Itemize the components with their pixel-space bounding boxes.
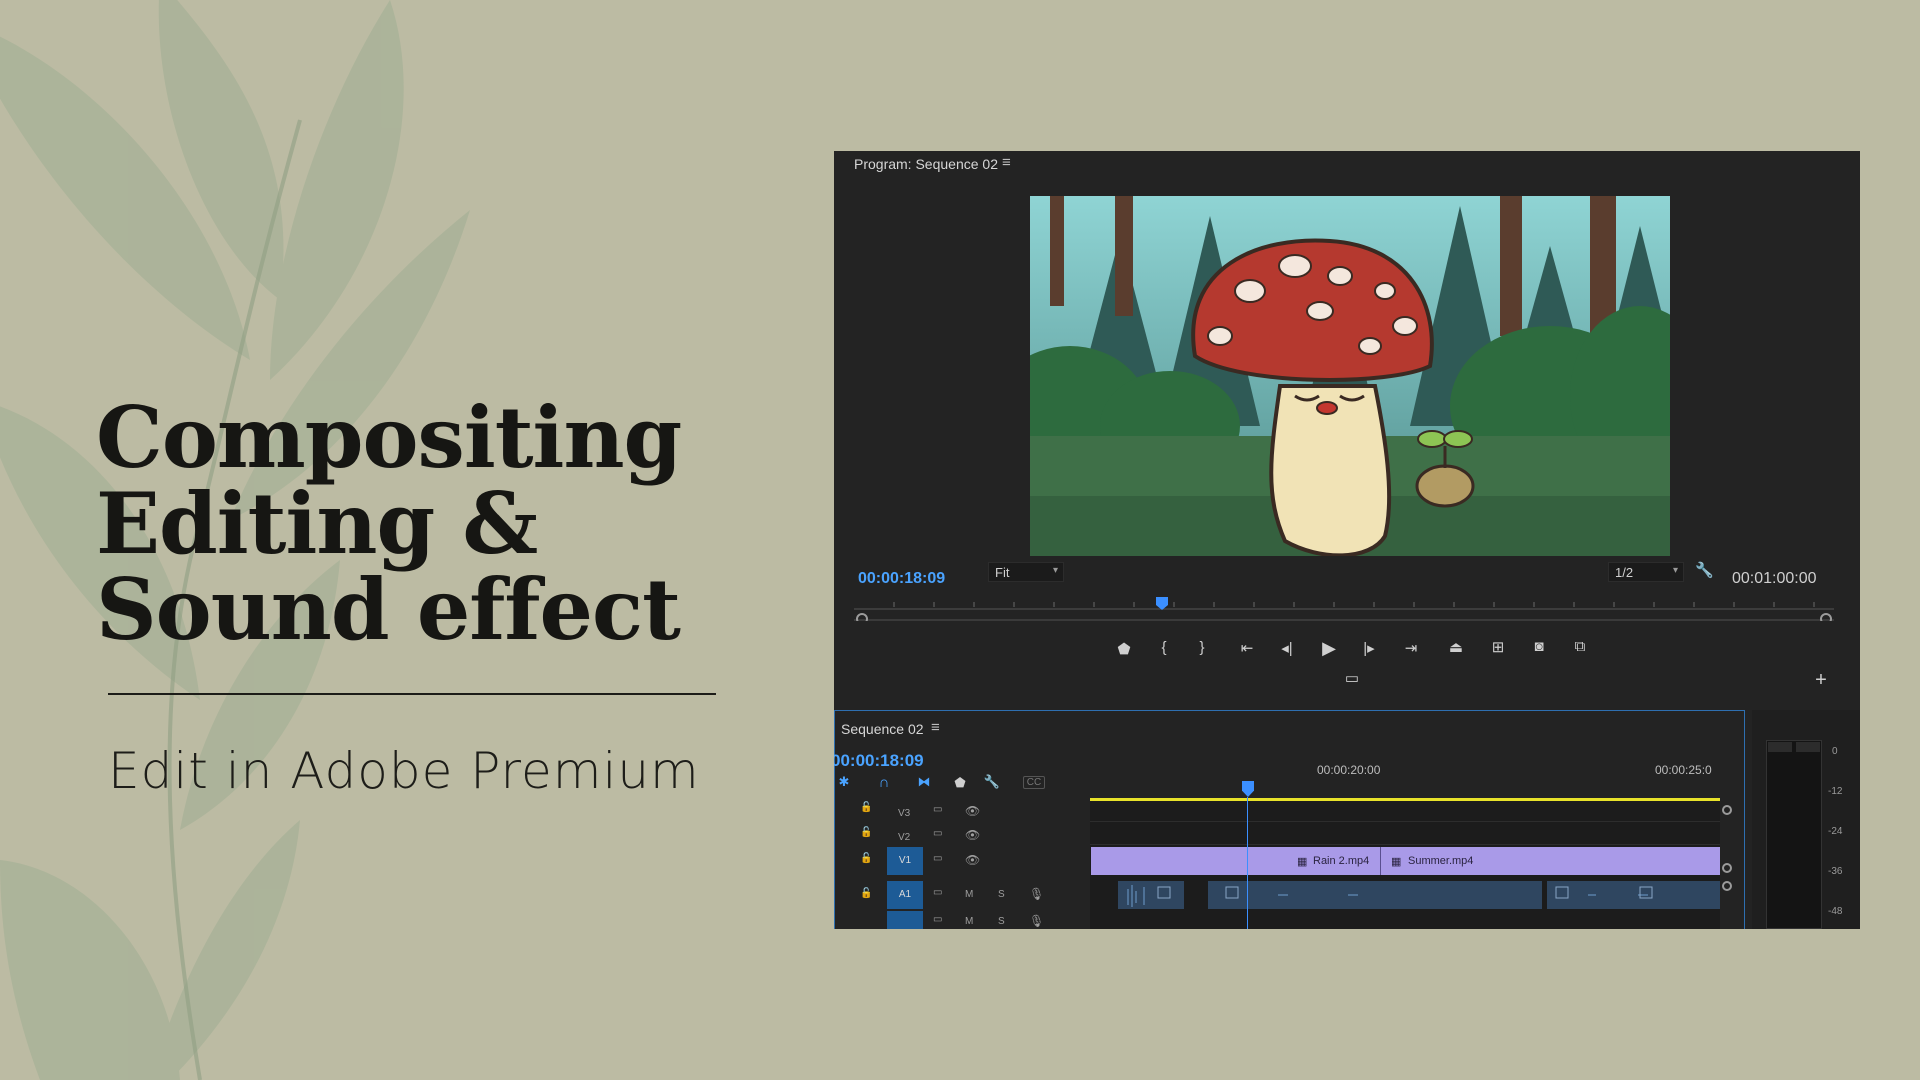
- audio-meters-panel: 0 -12 -24 -36 -48: [1752, 710, 1860, 929]
- track-divider: [1090, 821, 1720, 822]
- meter-db-36: -36: [1828, 866, 1843, 877]
- clip-label-rain[interactable]: Rain 2.mp4: [1313, 855, 1369, 867]
- track-v3-lock-icon[interactable]: 🔓: [860, 802, 872, 813]
- track-end-handle[interactable]: [1722, 863, 1732, 873]
- timeline-panel: Sequence 02 ≡ 00:00:18:09 ✱ ∩ ⧓ ⬟ 🔧 CC 0…: [834, 710, 1745, 929]
- track-v3-sync-icon[interactable]: ▭: [933, 804, 942, 815]
- headline-line-3: Sound effect: [96, 560, 681, 659]
- track-a1-mute-button[interactable]: M: [965, 889, 973, 900]
- program-video-frame: [1030, 196, 1670, 556]
- meter-db-48: -48: [1828, 906, 1843, 917]
- track-a2-sync-icon[interactable]: ▭: [933, 914, 942, 925]
- timeline-settings-wrench-icon[interactable]: 🔧: [983, 774, 1001, 790]
- ruler-time-1: 00:00:20:00: [1317, 763, 1381, 777]
- track-end-handle[interactable]: [1722, 881, 1732, 891]
- clip-label-summer[interactable]: Summer.mp4: [1408, 855, 1473, 867]
- mark-in-icon[interactable]: {: [1154, 639, 1174, 656]
- program-current-time[interactable]: 00:00:18:09: [858, 570, 945, 588]
- video-clip-v1[interactable]: [1091, 847, 1720, 875]
- sequence-panel-menu-icon[interactable]: ≡: [931, 719, 940, 736]
- program-playhead[interactable]: [1156, 597, 1168, 610]
- timeline-playhead[interactable]: [1242, 781, 1254, 797]
- go-to-out-icon[interactable]: ⇥: [1400, 639, 1422, 657]
- snap-magnet-icon[interactable]: ∩: [875, 774, 893, 791]
- track-v2-eye-icon[interactable]: 👁: [965, 828, 980, 842]
- meter-channel-r: [1796, 742, 1820, 752]
- program-scrubber[interactable]: [854, 591, 1834, 621]
- fx-badge-icon: ▦: [1297, 856, 1308, 868]
- track-v1-eye-icon[interactable]: 👁: [965, 853, 980, 867]
- add-marker-icon[interactable]: ⬟: [1114, 640, 1134, 658]
- step-forward-icon[interactable]: |▸: [1358, 639, 1380, 657]
- add-marker-icon[interactable]: ⬟: [951, 775, 969, 791]
- ruler-time-2: 00:00:25:0: [1655, 763, 1712, 777]
- subtitle: Edit in Adobe Premium: [108, 742, 700, 800]
- program-panel-menu-icon[interactable]: ≡: [1002, 154, 1011, 171]
- chevron-down-icon: ▾: [1672, 565, 1678, 576]
- audio-meter: [1766, 740, 1822, 929]
- sequence-current-time[interactable]: 00:00:18:09: [834, 751, 924, 771]
- play-icon[interactable]: ▶: [1318, 638, 1340, 659]
- track-v2-lock-icon[interactable]: 🔓: [860, 827, 872, 838]
- mushroom-scene-image: [1030, 196, 1670, 556]
- captions-icon[interactable]: CC: [1023, 776, 1045, 789]
- program-duration: 00:01:00:00: [1732, 570, 1817, 587]
- program-monitor-title: Program: Sequence 02: [854, 156, 998, 172]
- track-a1-lock-icon[interactable]: 🔓: [860, 888, 872, 899]
- headline-line-2: Editing &: [96, 474, 538, 573]
- fx-badge-icon: ▦: [1391, 856, 1402, 868]
- step-back-icon[interactable]: ◂|: [1276, 639, 1298, 657]
- divider-line: [108, 693, 716, 695]
- track-v3-eye-icon[interactable]: 👁: [965, 804, 980, 818]
- track-a1-sync-icon[interactable]: ▭: [933, 887, 942, 898]
- timeline-playhead-line: [1247, 797, 1248, 929]
- mark-out-icon[interactable]: }: [1192, 639, 1212, 656]
- program-ruler-ticks: [893, 602, 1815, 607]
- track-a1-source-target[interactable]: A1: [887, 881, 923, 909]
- headline-line-1: Compositing: [96, 388, 682, 487]
- meter-channel-l: [1768, 742, 1792, 752]
- audio-waveform: [1127, 885, 1653, 907]
- safe-margins-icon[interactable]: ▭: [1339, 669, 1365, 687]
- track-a1-solo-button[interactable]: S: [998, 889, 1005, 900]
- track-a1-voiceover-mic-icon[interactable]: 🎙: [1029, 887, 1044, 901]
- extract-icon[interactable]: ⊞: [1486, 638, 1510, 656]
- track-a2-solo-button[interactable]: S: [998, 916, 1005, 927]
- meter-db-12: -12: [1828, 786, 1843, 797]
- chevron-down-icon: ▾: [1052, 565, 1058, 576]
- track-v2-label: V2: [898, 832, 911, 843]
- lift-icon[interactable]: ⏏: [1444, 638, 1468, 656]
- go-to-in-icon[interactable]: ⇤: [1236, 639, 1258, 657]
- track-v3-label: V3: [898, 808, 911, 819]
- track-divider: [1090, 844, 1720, 845]
- clip-edit-point[interactable]: [1380, 847, 1381, 875]
- comparison-view-icon[interactable]: ⧉: [1568, 638, 1592, 655]
- track-v2-sync-icon[interactable]: ▭: [933, 828, 942, 839]
- button-editor-plus-icon[interactable]: +: [1811, 669, 1831, 692]
- track-v1-source-target[interactable]: V1: [887, 847, 923, 875]
- meter-db-0: 0: [1832, 746, 1838, 757]
- headline: Compositing Editing & Sound effect: [96, 395, 736, 653]
- track-v1-lock-icon[interactable]: 🔓: [860, 853, 872, 864]
- track-a2-mute-button[interactable]: M: [965, 916, 973, 927]
- linked-selection-icon[interactable]: ⧓: [915, 774, 933, 790]
- meter-db-24: -24: [1828, 826, 1843, 837]
- export-frame-camera-icon[interactable]: ◙: [1528, 638, 1550, 655]
- sequence-title: Sequence 02: [841, 721, 924, 737]
- track-a2-voiceover-mic-icon[interactable]: 🎙: [1029, 914, 1044, 928]
- track-a2-source-target[interactable]: [887, 911, 923, 929]
- playback-resolution-select[interactable]: 1/2 ▾: [1608, 562, 1684, 582]
- wrench-settings-icon[interactable]: 🔧: [1695, 561, 1714, 579]
- zoom-level-value: Fit: [995, 565, 1010, 580]
- nest-toggle-icon[interactable]: ✱: [835, 774, 853, 790]
- zoom-level-select[interactable]: Fit ▾: [988, 562, 1064, 582]
- premiere-window: Program: Sequence 02 ≡ 00:00:18:09 Fit ▾…: [834, 151, 1860, 929]
- track-end-handle[interactable]: [1722, 805, 1732, 815]
- track-v1-sync-icon[interactable]: ▭: [933, 853, 942, 864]
- playback-resolution-value: 1/2: [1615, 565, 1634, 580]
